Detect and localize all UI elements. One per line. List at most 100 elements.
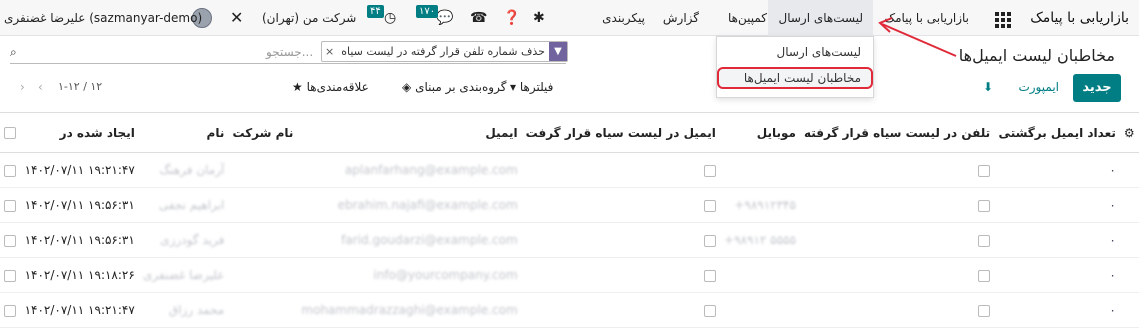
cell-mobile [719,152,800,188]
chat-icon[interactable]: 💬 [436,0,453,36]
table-row[interactable]: ۱۴۰۲/۰۷/۱۱ ۱۹:۵۶:۳۱ فرید گودرزی farid.go… [0,222,1139,258]
email-blacklisted-checkbox [703,234,716,247]
row-checkbox[interactable] [4,234,17,247]
row-checkbox[interactable] [4,269,17,282]
cell-created-on: ۱۴۰۲/۰۷/۱۱ ۱۹:۱۸:۲۶ [20,257,139,293]
favorites-toggle[interactable]: ★ علاقه‌مندی‌ها [292,80,369,94]
column-settings-icon[interactable]: ⚙ [1124,126,1135,140]
nav-campaigns[interactable]: کمپین‌ها [728,0,767,36]
pager-prev-icon[interactable]: ‹ [38,80,43,94]
col-email-blacklisted[interactable]: ایمیل در لیست سیاه قرار گرفت [521,112,720,153]
nav-configuration[interactable]: پیکربندی [602,0,645,36]
app-brand[interactable]: بازاریابی با پیامک [1030,0,1129,36]
dropdown-item-mailing-contacts[interactable]: مخاطبان لیست ایمیل‌ها [744,71,861,85]
cell-email: mohammadrazzaghi@example.com [297,292,522,328]
phone-blacklisted-checkbox [978,269,991,282]
cell-email: aplanfarhang@example.com [297,152,522,188]
search-icon[interactable]: ⌕ [10,45,17,60]
email-blacklisted-checkbox [703,269,716,282]
tools-icon[interactable]: ✕ [230,0,243,36]
cell-company [228,257,298,293]
facet-remove-icon[interactable]: × [322,42,337,61]
col-name[interactable]: نام [138,112,229,153]
nav-mailing-lists[interactable]: لیست‌های ارسال [768,0,873,36]
company-switcher[interactable]: شرکت من (تهران) [262,0,356,36]
page-title: مخاطبان لیست ایمیل‌ها [958,46,1115,65]
cell-name: محمد رزاق [138,292,229,328]
help-icon[interactable]: ❓ [503,0,520,36]
cell-mobile [719,257,800,293]
table-row[interactable]: ۱۴۰۲/۰۷/۱۱ ۱۹:۲۱:۴۷ آرمان فرهنگ aplanfar… [0,152,1139,188]
row-checkbox[interactable] [4,199,17,212]
nav-reporting[interactable]: گزارش [663,0,699,36]
search-facet[interactable]: ▼ حذف شماره تلفن قرار گرفته در لیست سیاه… [321,41,568,62]
favorites-label: علاقه‌مندی‌ها [306,80,369,94]
contacts-table: ایجاد شده در نام نام شرکت ایمیل ایمیل در… [0,112,1139,328]
top-navbar: بازاریابی با پیامک بازاریابی با پیامک لی… [0,0,1139,36]
search-input[interactable]: جستجو... [266,45,313,59]
cell-name: آرمان فرهنگ [138,152,229,188]
cell-email: ebrahim.najafi@example.com [297,187,522,223]
cell-company [228,152,298,188]
table-row[interactable]: ۱۴۰۲/۰۷/۱۱ ۱۹:۵۶:۳۱ ابراهیم نجفی ebrahim… [0,187,1139,223]
mailing-lists-dropdown: لیست‌های ارسال مخاطبان لیست ایمیل‌ها [716,36,874,98]
select-all-checkbox[interactable] [4,127,17,139]
cell-bounce: ۰ [994,222,1120,258]
col-mobile[interactable]: موبایل [719,112,800,153]
email-blacklisted-checkbox [703,164,716,177]
pager-value[interactable]: ۱-۱۲ / ۱۲ [58,80,102,93]
cell-created-on: ۱۴۰۲/۰۷/۱۱ ۱۹:۵۶:۳۱ [20,222,139,258]
cell-email: farid.goudarzi@example.com [297,222,522,258]
phone-blacklisted-checkbox [978,199,991,212]
facet-label: حذف شماره تلفن قرار گرفته در لیست سیاه [341,45,545,58]
row-checkbox[interactable] [4,304,17,317]
cell-name: علیرضا غضنفری [138,257,229,293]
new-button[interactable]: جدید [1073,74,1121,102]
email-blacklisted-checkbox [703,199,716,212]
col-phone-blacklisted[interactable]: تلفن در لیست سیاه قرار گرفته [799,112,995,153]
pager-next-icon[interactable]: › [20,80,25,94]
import-button[interactable]: ایمپورت [1018,80,1059,94]
phone-icon[interactable]: ☎ [470,0,487,36]
col-company[interactable]: نام شرکت [228,112,298,153]
col-email[interactable]: ایمیل [297,112,522,153]
cell-created-on: ۱۴۰۲/۰۷/۱۱ ۱۹:۲۱:۴۷ [20,292,139,328]
groupby-toggle[interactable]: ◈ گروه‌بندی بر مبنای [402,80,506,94]
user-menu[interactable]: علیرضا غضنفری (sazmanyar-demo) [4,0,202,36]
phone-blacklisted-checkbox [978,164,991,177]
cell-company [228,187,298,223]
cell-created-on: ۱۴۰۲/۰۷/۱۱ ۱۹:۵۶:۳۱ [20,187,139,223]
bug-icon[interactable]: ✱ [533,0,545,36]
cell-mobile [719,292,800,328]
star-icon: ★ [292,80,303,94]
col-bounce-count[interactable]: تعداد ایمیل برگشتی [994,112,1120,153]
cell-email: info@yourcompany.com [297,257,522,293]
filter-funnel-icon: ▾ [510,80,517,94]
email-blacklisted-checkbox [703,304,716,317]
filter-icon: ▼ [548,42,567,61]
apps-grid-icon[interactable] [995,0,1011,36]
cell-name: فرید گودرزی [138,222,229,258]
cell-name: ابراهیم نجفی [138,187,229,223]
clock-badge: ۴۴ [367,5,384,18]
cell-bounce: ۰ [994,257,1120,293]
activity-badge: ۱۷۰ [416,5,439,18]
download-icon[interactable]: ⬇ [983,80,993,94]
dropdown-item-mailing-lists[interactable]: لیست‌های ارسال [776,45,861,59]
table-row[interactable]: ۱۴۰۲/۰۷/۱۱ ۱۹:۱۸:۲۶ علیرضا غضنفری info@y… [0,257,1139,293]
table-row[interactable]: ۱۴۰۲/۰۷/۱۱ ۱۹:۲۱:۴۷ محمد رزاق mohammadra… [0,292,1139,328]
cell-mobile: +۹۸۹۱۲ ۵۵۵۵ [719,222,800,258]
cell-company [228,222,298,258]
cell-company [228,292,298,328]
annotation-arrow [878,17,957,57]
filters-label: فیلترها [519,80,554,94]
groupby-label: گروه‌بندی بر مبنای [415,80,507,94]
cell-bounce: ۰ [994,152,1120,188]
clock-icon[interactable]: ◷ [384,0,396,36]
cell-bounce: ۰ [994,187,1120,223]
cell-bounce: ۰ [994,292,1120,328]
col-created-on[interactable]: ایجاد شده در [20,112,139,153]
row-checkbox[interactable] [4,164,17,177]
layers-icon: ◈ [402,80,412,94]
filters-toggle[interactable]: ▾ فیلترها [510,80,553,94]
